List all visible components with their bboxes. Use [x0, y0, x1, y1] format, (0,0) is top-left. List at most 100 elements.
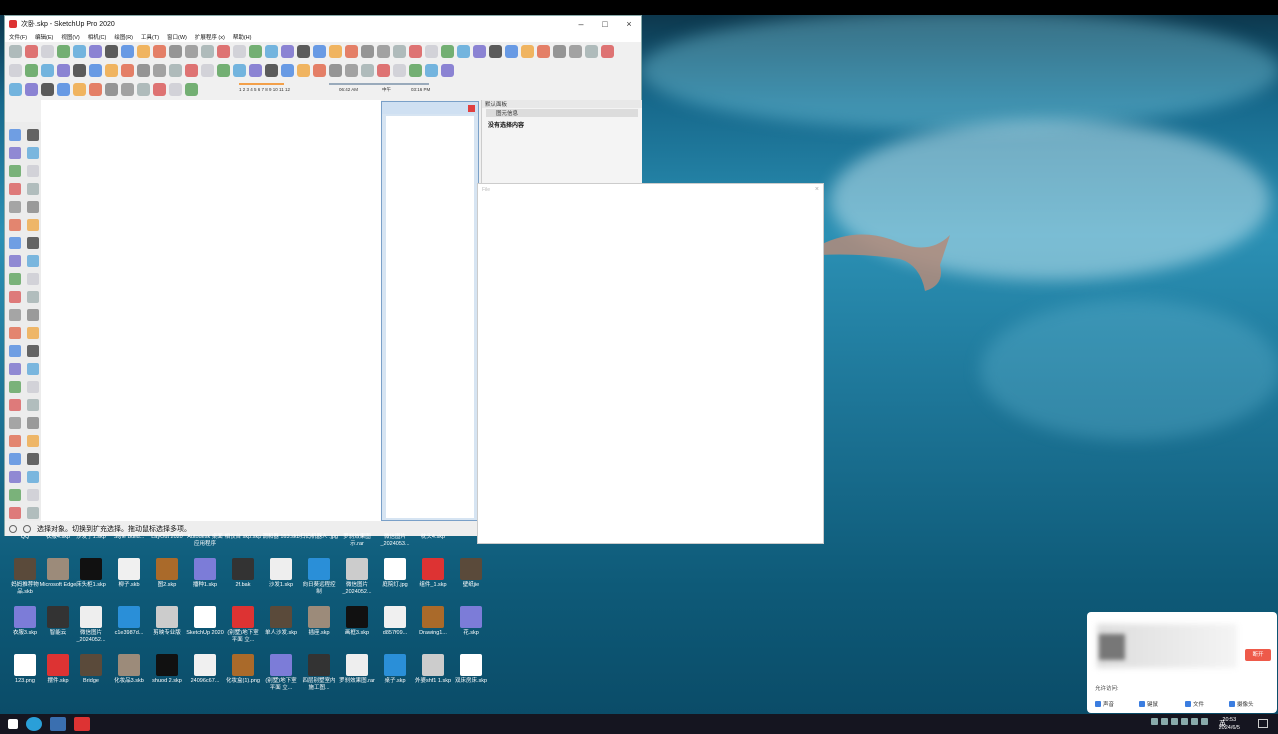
toolbar-button[interactable] — [505, 45, 518, 58]
toolbar-button[interactable] — [73, 83, 86, 96]
desktop-icon[interactable]: 罗刹效果图 示.rar — [338, 534, 376, 547]
toolbar-button[interactable] — [249, 45, 262, 58]
desktop-icon[interactable]: 播种1.skp — [186, 558, 224, 589]
toolbar-button[interactable] — [265, 64, 278, 77]
toolbar-button[interactable] — [9, 64, 22, 77]
menu-edit[interactable]: 编辑(E) — [35, 33, 53, 41]
toolbar-button[interactable] — [121, 45, 134, 58]
toolbar-button[interactable] — [41, 64, 54, 77]
notification-icon[interactable] — [1258, 719, 1268, 728]
toolbar-button[interactable] — [73, 64, 86, 77]
toolbar-button[interactable] — [233, 64, 246, 77]
desktop-icon[interactable]: 微信图片 _2024052... — [72, 606, 110, 643]
search-icon[interactable] — [50, 717, 66, 731]
toolbar-button[interactable] — [425, 64, 438, 77]
toolbar-button[interactable] — [9, 45, 22, 58]
toolbar-button[interactable] — [377, 45, 390, 58]
option-files[interactable]: 文件 — [1185, 700, 1204, 708]
tool-button[interactable] — [9, 308, 21, 321]
tool-button[interactable] — [9, 398, 21, 411]
toolbar-button[interactable] — [441, 64, 454, 77]
tray-icon[interactable] — [1201, 718, 1208, 725]
toolbar-button[interactable] — [249, 64, 262, 77]
tray-icon[interactable] — [1151, 718, 1158, 725]
toolbar-button[interactable] — [25, 83, 38, 96]
desktop-icon[interactable]: 沙发1.skp — [262, 558, 300, 589]
toolbar-button[interactable] — [329, 45, 342, 58]
toolbar-button[interactable] — [489, 45, 502, 58]
toolbar-button[interactable] — [601, 45, 614, 58]
sketchup-taskbar-icon[interactable] — [74, 717, 90, 731]
menu-view[interactable]: 视图(V) — [61, 33, 79, 41]
windows-start-icon[interactable] — [8, 719, 18, 729]
file-dialog[interactable]: File × — [477, 183, 824, 544]
tool-button[interactable] — [9, 488, 21, 501]
desktop-icon[interactable]: 调和器 163.skb — [262, 534, 300, 541]
toolbar-button[interactable] — [329, 64, 342, 77]
toolbar-button[interactable] — [361, 45, 374, 58]
menu-extensions[interactable]: 扩展程序 (x) — [195, 33, 225, 41]
tool-button[interactable] — [9, 236, 21, 249]
desktop-icon[interactable]: 插座.skp — [300, 606, 338, 637]
tool-button[interactable] — [27, 128, 39, 141]
toolbar-button[interactable] — [57, 83, 70, 96]
tool-button[interactable] — [9, 128, 21, 141]
desktop-icon[interactable]: SketchUp 2020 — [186, 606, 224, 637]
desktop-icon[interactable]: 花.skp — [452, 606, 490, 637]
toolbar-button[interactable] — [9, 83, 22, 96]
desktop-icon[interactable]: 微信图片 _2024052... — [338, 558, 376, 595]
clock[interactable]: 20:53 2024/6/5 — [1219, 716, 1240, 732]
toolbar-button[interactable] — [169, 45, 182, 58]
geo-location-icon[interactable] — [9, 524, 17, 533]
desktop-icon[interactable]: 单人沙发.skp — [262, 606, 300, 637]
toolbar-button[interactable] — [153, 83, 166, 96]
toolbar-button[interactable] — [41, 45, 54, 58]
toolbar-button[interactable] — [553, 45, 566, 58]
desktop-icon[interactable]: 组件_1.skp — [414, 558, 452, 589]
toolbar-button[interactable] — [281, 64, 294, 77]
desktop-icon[interactable]: 四层别墅室内施工图... — [300, 654, 338, 691]
desktop-icon[interactable]: 壁纸jie — [452, 558, 490, 589]
toolbar-button[interactable] — [313, 64, 326, 77]
desktop-icon[interactable]: Bridge — [72, 654, 110, 685]
entity-info-section[interactable]: 图元信息 — [486, 109, 638, 117]
toolbar-button[interactable] — [25, 45, 38, 58]
desktop-icon[interactable]: 画框3.skp — [338, 606, 376, 637]
desktop-icon[interactable]: 罗刹效果图.rar — [338, 654, 376, 685]
desktop-icon[interactable]: 图2.skp — [148, 558, 186, 589]
tool-button[interactable] — [9, 200, 21, 213]
toolbar-button[interactable] — [409, 64, 422, 77]
toolbar-button[interactable] — [25, 64, 38, 77]
desktop-icon[interactable]: 双床房床.skp — [452, 654, 490, 685]
menu-file[interactable]: 文件(F) — [9, 33, 27, 41]
tool-button[interactable] — [27, 452, 39, 465]
desktop-icon[interactable]: Autodesk 桌面应用程序 — [186, 534, 224, 547]
floating-panel[interactable] — [381, 101, 479, 521]
toolbar-button[interactable] — [169, 64, 182, 77]
desktop-icon[interactable]: LayOut 2020 — [148, 534, 186, 541]
tool-button[interactable] — [27, 416, 39, 429]
tool-button[interactable] — [27, 344, 39, 357]
toolbar-button[interactable] — [121, 83, 134, 96]
toolbar-button[interactable] — [185, 64, 198, 77]
tool-button[interactable] — [27, 290, 39, 303]
toolbar-button[interactable] — [345, 45, 358, 58]
desktop-icon[interactable]: 庭院灯.jpg — [376, 558, 414, 589]
tool-button[interactable] — [27, 506, 39, 519]
tool-button[interactable] — [9, 146, 21, 159]
menu-window[interactable]: 窗口(W) — [167, 33, 187, 41]
tool-button[interactable] — [9, 272, 21, 285]
desktop-icon[interactable]: 扫码机器人 .jpg — [300, 534, 338, 541]
toolbar-button[interactable] — [457, 45, 470, 58]
toolbar-button[interactable] — [409, 45, 422, 58]
toolbar-button[interactable] — [57, 45, 70, 58]
shadow-timeline[interactable]: 1 2 3 4 5 6 7 8 9 10 11 12 06:42 AM 中午 0… — [239, 83, 439, 96]
tool-button[interactable] — [27, 398, 39, 411]
tool-button[interactable] — [9, 344, 21, 357]
tool-button[interactable] — [27, 272, 39, 285]
tool-button[interactable] — [27, 308, 39, 321]
tool-button[interactable] — [9, 470, 21, 483]
tool-button[interactable] — [9, 218, 21, 231]
desktop-icon[interactable]: 剪映专业版 — [148, 606, 186, 637]
tool-button[interactable] — [9, 506, 21, 519]
